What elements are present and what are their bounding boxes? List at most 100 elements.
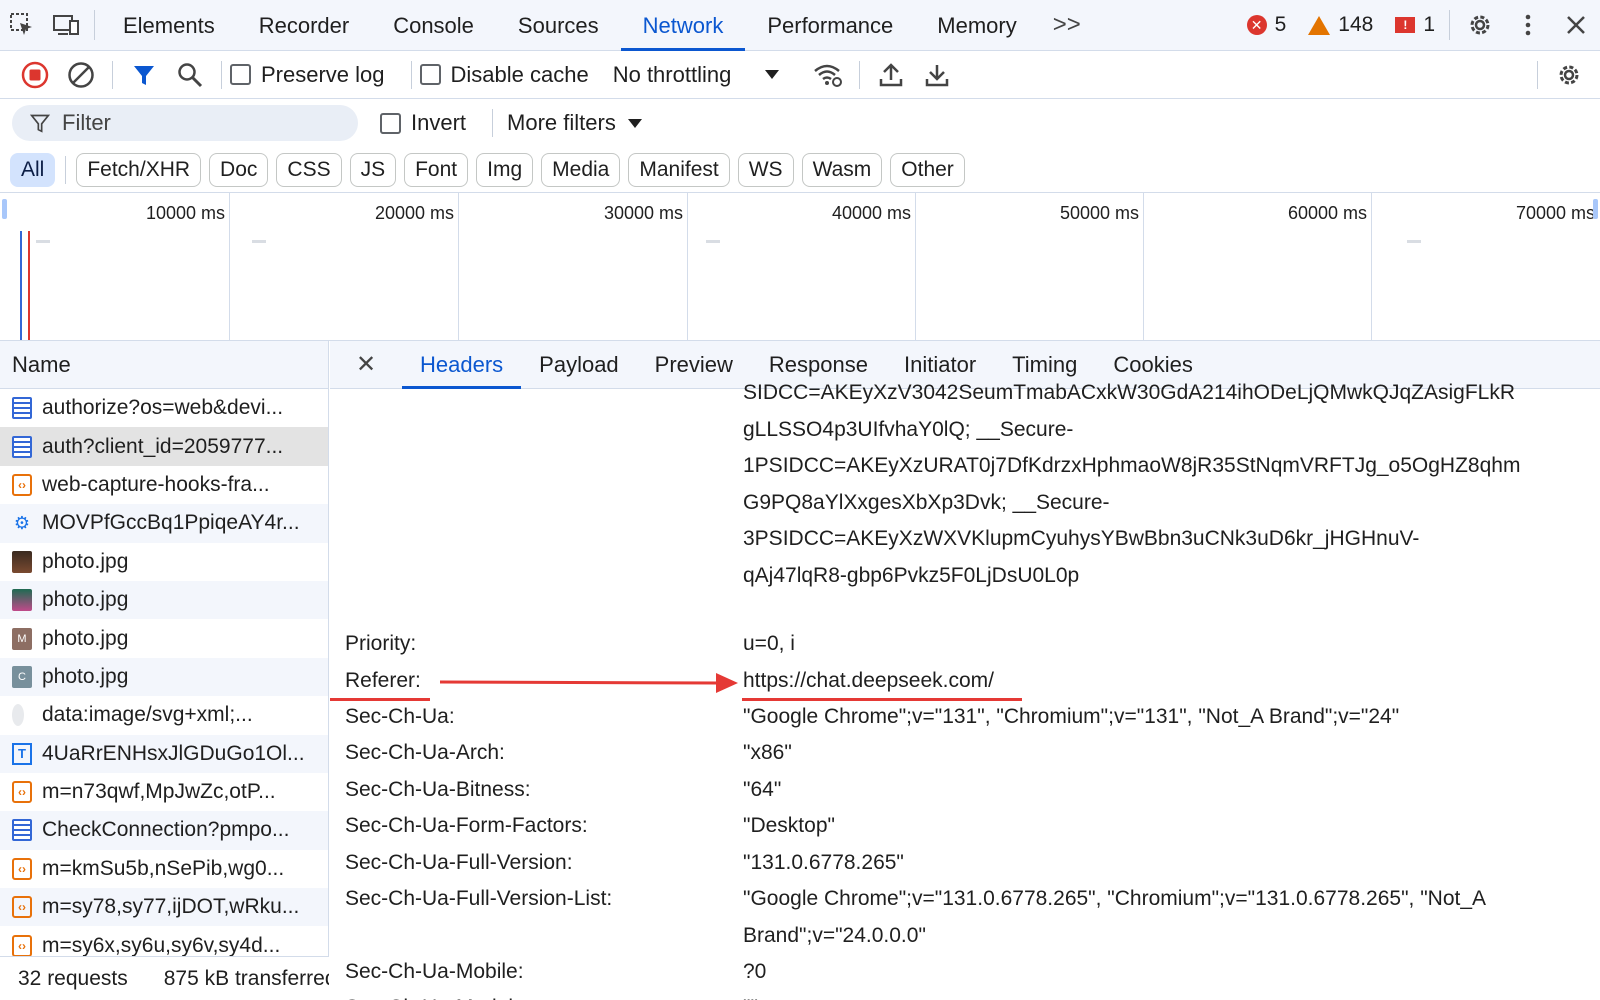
header-value: "Desktop" xyxy=(743,814,835,837)
filter-funnel-icon[interactable] xyxy=(121,51,167,99)
request-row[interactable]: ⚙ MOVPfGccBq1PpiqeAY4r... xyxy=(0,504,328,543)
warnings-badge[interactable]: 148 xyxy=(1308,13,1373,37)
name-column-header[interactable]: Name xyxy=(0,341,328,389)
request-row[interactable]: ‹› m=n73qwf,MpJwZc,otP... xyxy=(0,773,328,811)
type-filter-media[interactable]: Media xyxy=(541,152,621,187)
preserve-log-checkbox[interactable]: Preserve log xyxy=(230,62,385,88)
tab-sources[interactable]: Sources xyxy=(496,0,621,51)
annotation-underline-value xyxy=(742,698,1022,701)
issue-icon: ! xyxy=(1395,17,1416,33)
tab-elements[interactable]: Elements xyxy=(101,0,237,51)
type-filter-doc[interactable]: Doc xyxy=(209,152,269,187)
clear-icon[interactable] xyxy=(58,51,104,99)
filter-placeholder: Filter xyxy=(62,110,111,135)
timeline-gridline xyxy=(229,193,230,340)
filter-funnel-icon xyxy=(30,114,50,133)
throttling-value: No throttling xyxy=(612,61,732,87)
tab-recorder[interactable]: Recorder xyxy=(237,0,371,51)
type-filter-css[interactable]: CSS xyxy=(276,152,342,187)
header-value: "Google Chrome";v="131", "Chromium";v="1… xyxy=(743,705,1400,728)
close-icon[interactable] xyxy=(1552,0,1600,51)
request-row[interactable]: authorize?os=web&devi... xyxy=(0,389,328,427)
request-row[interactable]: photo.jpg xyxy=(0,580,328,620)
cookie-line: 3PSIDCC=AKEyXzWXVKlupmCyuhysYBwBbn3uCNk3… xyxy=(743,527,1420,550)
close-details-icon[interactable]: ✕ xyxy=(330,350,402,379)
checkbox-box[interactable] xyxy=(419,64,441,85)
resource-type-filters: All Fetch/XHR Doc CSS JS Font Img Media … xyxy=(0,147,1600,193)
network-conditions-wifi-icon[interactable] xyxy=(805,51,851,99)
request-row[interactable]: CheckConnection?pmpo... xyxy=(0,811,328,850)
script-icon: ‹› xyxy=(12,781,32,804)
more-tabs-button[interactable]: >> xyxy=(1039,11,1095,39)
tab-preview[interactable]: Preview xyxy=(637,341,751,389)
cookie-line: SIDCC=AKEyXzV3042SeumTmabACxkW30GdA214ih… xyxy=(743,381,1516,404)
errors-badge[interactable]: ✕ 5 xyxy=(1246,13,1286,37)
network-settings-gear-icon[interactable] xyxy=(1546,51,1592,99)
record-stop-icon[interactable] xyxy=(12,51,58,99)
tab-memory[interactable]: Memory xyxy=(915,0,1038,51)
search-icon[interactable] xyxy=(167,51,213,99)
cookie-line: gLLSSO4p3UIfvhaY0lQ; __Secure- xyxy=(743,417,1074,441)
request-list: authorize?os=web&devi... auth?client_id=… xyxy=(0,389,328,965)
request-row[interactable]: ‹› m=sy78,sy77,ijDOT,wRku... xyxy=(0,888,328,927)
checkbox-box[interactable] xyxy=(380,112,401,134)
device-toolbar-icon[interactable] xyxy=(44,0,88,51)
request-name: authorize?os=web&devi... xyxy=(42,396,284,420)
status-footer: 32 requests 875 kB transferred xyxy=(0,956,329,1000)
header-value: u=0, i xyxy=(743,632,795,655)
tab-performance[interactable]: Performance xyxy=(745,0,915,51)
request-count: 32 requests xyxy=(18,966,128,990)
tab-console[interactable]: Console xyxy=(371,0,496,51)
tab-network[interactable]: Network xyxy=(620,0,746,51)
request-row[interactable]: Mphoto.jpg xyxy=(0,619,328,657)
header-value: "Google Chrome";v="131.0.6778.265", "Chr… xyxy=(743,887,1485,947)
settings-gear-icon[interactable] xyxy=(1456,0,1504,51)
timeline-gridline xyxy=(915,193,916,340)
annotation-arrow-icon xyxy=(440,673,738,693)
divider xyxy=(221,60,222,89)
checkbox-box[interactable] xyxy=(230,64,251,85)
request-row-selected[interactable]: auth?client_id=2059777... xyxy=(0,427,328,466)
tab-headers[interactable]: Headers xyxy=(402,341,522,389)
timeline-right-handle[interactable] xyxy=(1593,199,1598,219)
type-filter-js[interactable]: JS xyxy=(349,152,397,187)
type-filter-ws[interactable]: WS xyxy=(737,152,794,187)
timeline-tick-label: 50000 ms xyxy=(1059,203,1139,223)
type-filter-fetch-xhr[interactable]: Fetch/XHR xyxy=(76,152,202,187)
request-row[interactable]: ‹› web-capture-hooks-fra... xyxy=(0,466,328,504)
timeline-activity-mark xyxy=(252,240,266,243)
request-row[interactable]: Cphoto.jpg xyxy=(0,657,328,697)
timeline-left-handle[interactable] xyxy=(2,199,7,219)
more-filters-label: More filters xyxy=(507,110,616,135)
image-thumbnail-icon: C xyxy=(12,665,32,688)
request-list-panel: Name authorize?os=web&devi... auth?clien… xyxy=(0,341,329,1000)
header-value: "" xyxy=(743,990,1583,1000)
request-row[interactable]: T 4UaRrENHsxJlGDuGo1Ol... xyxy=(0,734,328,773)
filter-input[interactable]: Filter xyxy=(12,105,358,141)
throttling-select[interactable]: No throttling xyxy=(613,62,780,88)
import-har-upload-icon[interactable] xyxy=(868,51,914,99)
issues-badge[interactable]: ! 1 xyxy=(1395,13,1435,37)
invert-checkbox[interactable]: Invert xyxy=(380,110,466,136)
request-row[interactable]: data:image/svg+xml;... xyxy=(0,696,328,734)
type-filter-manifest[interactable]: Manifest xyxy=(628,152,730,187)
type-filter-all[interactable]: All xyxy=(10,152,56,187)
request-row[interactable]: ‹› m=kmSu5b,nSePib,wg0... xyxy=(0,850,328,888)
tab-payload[interactable]: Payload xyxy=(521,341,637,389)
disable-cache-checkbox[interactable]: Disable cache xyxy=(419,62,589,88)
type-filter-wasm[interactable]: Wasm xyxy=(801,152,883,187)
header-row-sec-ch-ua-form-factors: Sec-Ch-Ua-Form-Factors: "Desktop" xyxy=(330,808,1600,845)
request-name: m=kmSu5b,nSePib,wg0... xyxy=(42,856,285,880)
type-filter-font[interactable]: Font xyxy=(404,152,469,187)
header-key: Priority: xyxy=(345,632,417,655)
export-har-download-icon[interactable] xyxy=(914,51,960,99)
more-filters-dropdown[interactable]: More filters xyxy=(507,110,642,136)
timeline-tick-label: 60000 ms xyxy=(1287,203,1367,223)
network-timeline-overview[interactable]: 10000 ms 20000 ms 30000 ms 40000 ms 5000… xyxy=(0,193,1600,341)
timeline-gridline xyxy=(1143,193,1144,340)
type-filter-img[interactable]: Img xyxy=(476,152,534,187)
inspect-element-icon[interactable] xyxy=(0,0,44,51)
request-row[interactable]: photo.jpg xyxy=(0,543,328,581)
type-filter-other[interactable]: Other xyxy=(890,152,965,187)
kebab-menu-icon[interactable] xyxy=(1504,0,1552,51)
